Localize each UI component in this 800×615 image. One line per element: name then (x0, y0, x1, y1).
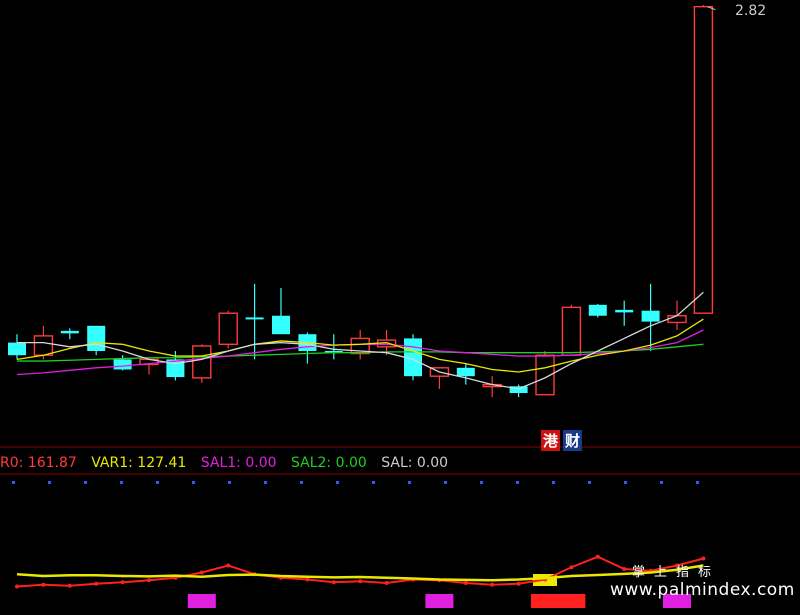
indicator-red-point (94, 581, 99, 586)
signal-dot (660, 481, 663, 484)
legend-r0: R0: 161.87 (0, 455, 77, 471)
signal-dot (480, 481, 483, 484)
indicator-red-point (120, 580, 125, 585)
signal-dot (588, 481, 591, 484)
candle-body (456, 367, 475, 377)
indicator-bar (531, 594, 559, 608)
indicator-red-point (516, 581, 521, 586)
candle-body (245, 317, 264, 320)
candle-body (218, 312, 238, 345)
indicator-red-point (41, 582, 46, 587)
signal-dot (12, 481, 15, 484)
signal-dot (408, 481, 411, 484)
legend-var1: VAR1: 127.41 (91, 455, 187, 471)
signal-dot (48, 481, 51, 484)
signal-dot (300, 481, 303, 484)
candle-body (113, 359, 132, 370)
legend-sal1: SAL1: 0.00 (200, 455, 277, 471)
signal-dot (84, 481, 87, 484)
watermark: 掌上指标 www.palmindex.com (610, 565, 800, 601)
indicator-red-point (305, 577, 310, 582)
indicator-red-point (147, 578, 151, 583)
signal-dot (336, 481, 339, 484)
watermark-title: 掌上指标 (632, 565, 721, 580)
indicator-red-point (15, 584, 19, 589)
signal-dot (156, 481, 159, 484)
candle-body (272, 315, 290, 335)
indicator-red-point (384, 581, 389, 585)
indicator-red-point (199, 570, 204, 575)
indicator-red-point (463, 581, 468, 585)
indicator-red-point (67, 583, 72, 588)
indicator-bar (187, 594, 216, 608)
signal-dot (696, 481, 699, 484)
candle-body (8, 342, 26, 356)
legend-sal2: SAL2: 0.00 (290, 455, 367, 471)
signal-dot (264, 481, 267, 484)
high-price-label: 2.82 (735, 3, 767, 19)
candle-body (667, 315, 687, 324)
signal-dot (228, 481, 231, 484)
signal-dot (624, 481, 627, 484)
indicator-red-point (569, 565, 574, 570)
signal-dot (444, 481, 447, 484)
candle-body (588, 304, 607, 316)
indicator-red-point (331, 580, 336, 585)
badge-hk[interactable]: 港 (541, 430, 561, 451)
candle-body (192, 345, 212, 379)
indicator-yellow-line (16, 564, 704, 582)
indicator-bar (425, 594, 454, 608)
signal-dot (120, 481, 123, 484)
indicator-red-point (226, 563, 231, 568)
chart-canvas (0, 5, 800, 608)
candle-body (641, 310, 660, 322)
indicator-red-point (358, 579, 363, 584)
signal-dot (372, 481, 375, 484)
badge-finance[interactable]: 财 (563, 430, 583, 451)
signal-dot (552, 481, 555, 484)
candle-body (615, 309, 634, 313)
legend-sal: SAL: 0.00 (381, 455, 449, 471)
signal-dot (516, 481, 519, 484)
candle-body (33, 335, 54, 356)
candle-body (561, 306, 582, 356)
indicator-bar (557, 594, 586, 608)
signal-dot (192, 481, 195, 484)
candle-body (87, 325, 106, 352)
indicator-red-point (595, 554, 600, 559)
watermark-url: www.palmindex.com (610, 580, 795, 600)
indicator-legend: R0: 161.87 VAR1: 127.41 SAL1: 0.00 SAL2:… (0, 455, 458, 473)
candle-body (60, 330, 79, 334)
indicator-red-point (490, 582, 495, 587)
indicator-red-point (701, 556, 706, 561)
stock-badges: 港财 (541, 430, 585, 451)
candle-body (693, 5, 714, 314)
